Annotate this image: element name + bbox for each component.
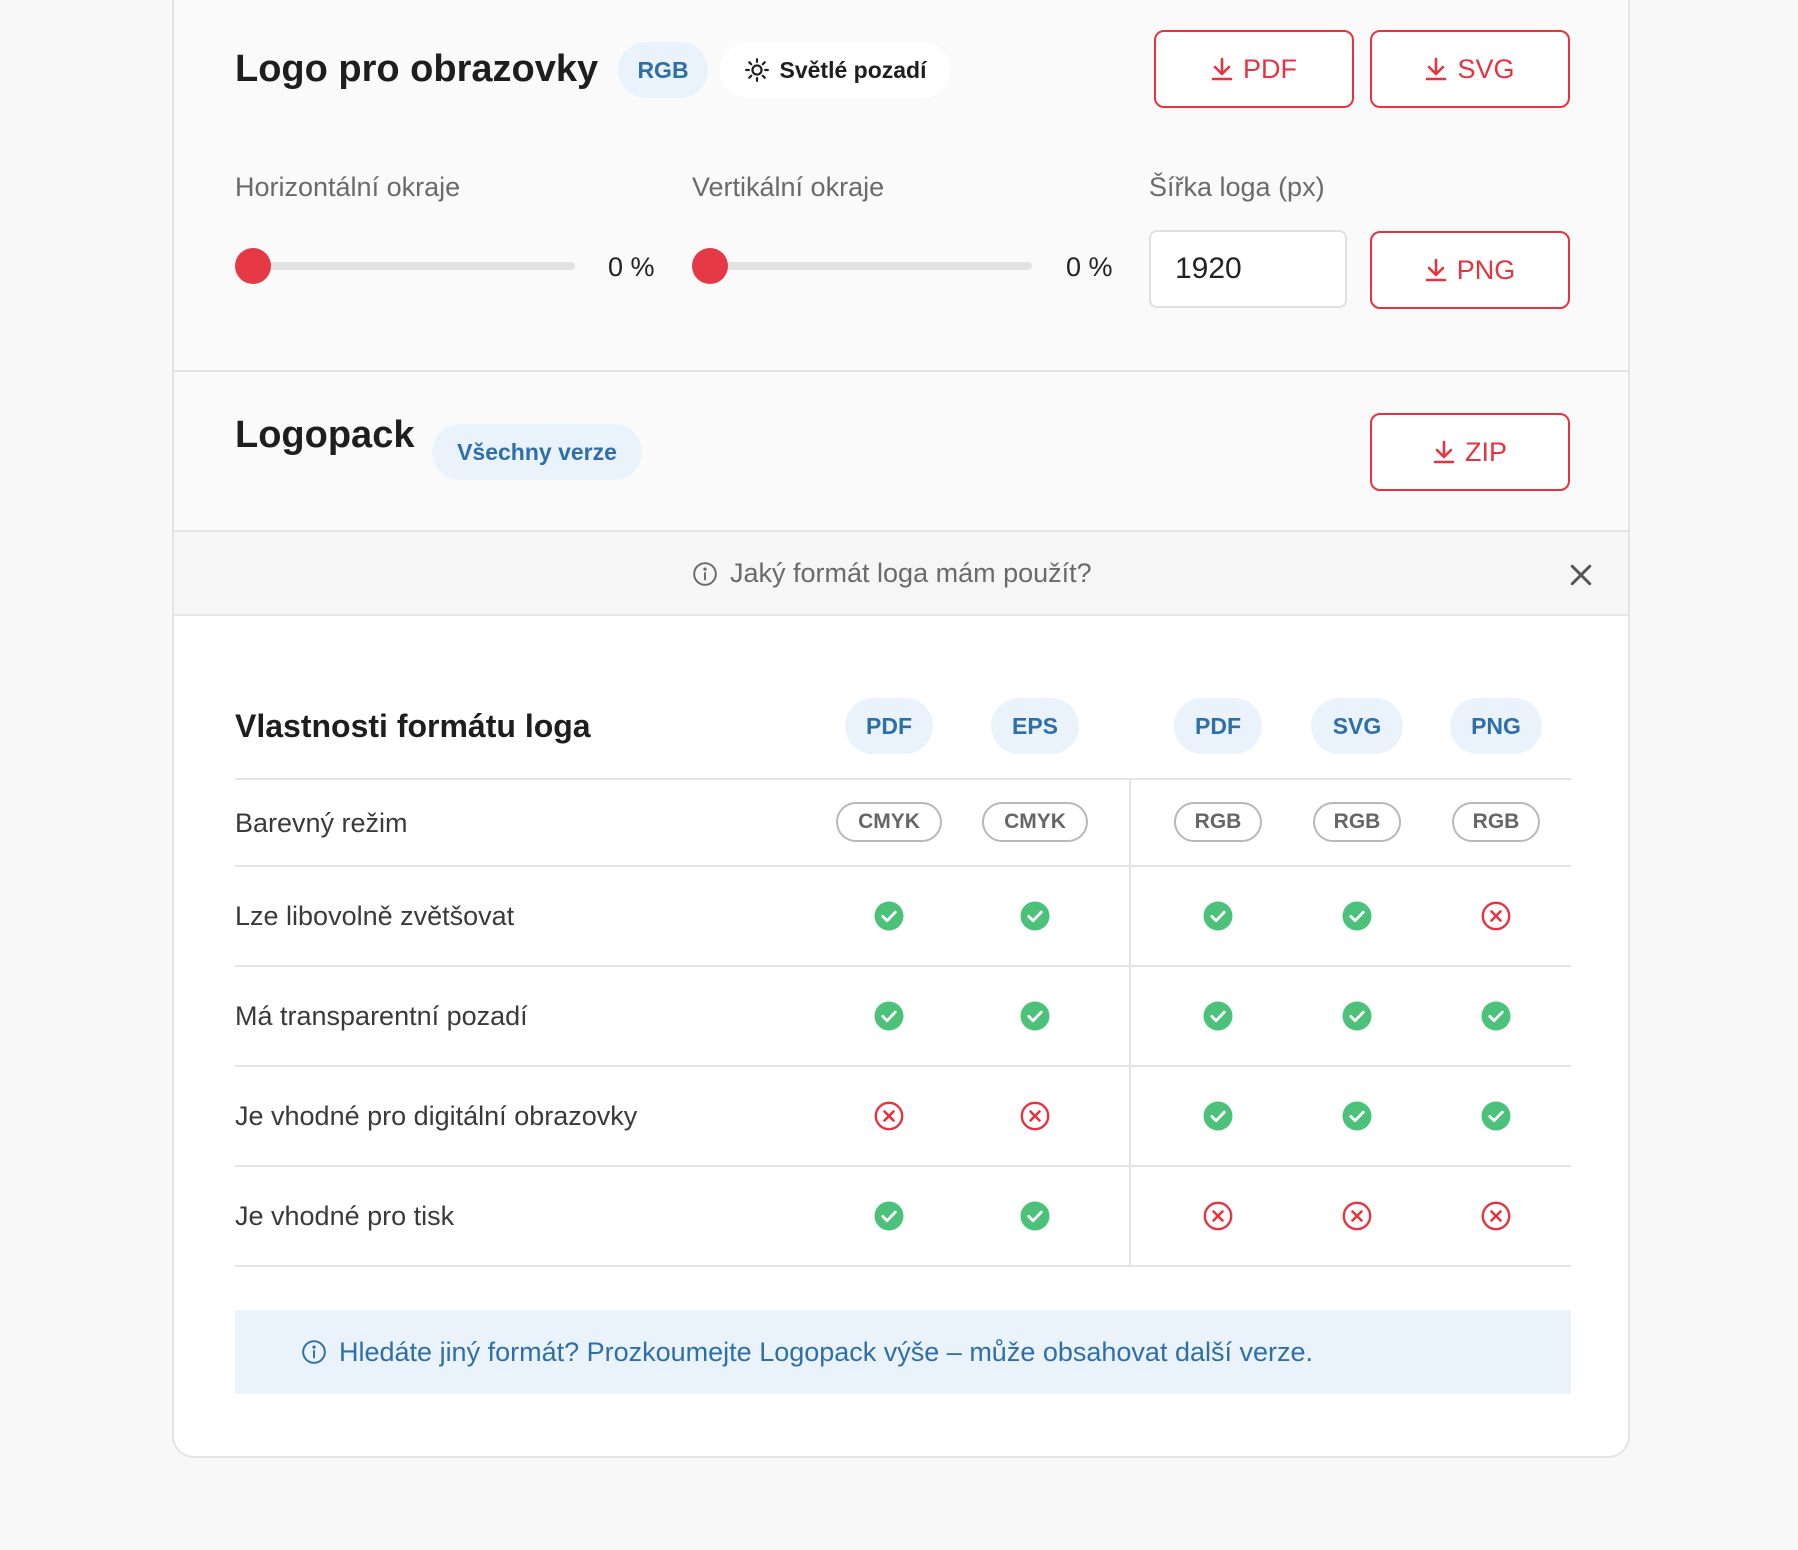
row-label-transparent: Má transparentní pozadí bbox=[235, 1001, 528, 1031]
check-icon bbox=[1020, 901, 1050, 931]
download-icon bbox=[1211, 57, 1233, 81]
row-label-print: Je vhodné pro tisk bbox=[235, 1201, 455, 1231]
section-title: Logo pro obrazovky bbox=[235, 48, 599, 90]
all-versions-badge: Všechny verze bbox=[432, 424, 642, 480]
check-icon bbox=[1020, 1001, 1050, 1031]
check-icon bbox=[1203, 1101, 1233, 1131]
table-divider bbox=[235, 865, 1571, 867]
section-title: Logopack bbox=[235, 414, 415, 456]
color-mode-tag: RGB bbox=[1452, 802, 1540, 842]
format-help-bar[interactable]: Jaký formát loga mám použít? bbox=[174, 532, 1628, 616]
vertical-margin-value: 0 % bbox=[1066, 252, 1113, 282]
horizontal-margin-slider[interactable] bbox=[235, 262, 575, 270]
download-icon bbox=[1425, 258, 1447, 282]
close-icon[interactable] bbox=[1566, 560, 1596, 590]
vertical-margin-slider[interactable] bbox=[692, 262, 1032, 270]
row-label-color-mode: Barevný režim bbox=[235, 808, 408, 838]
horizontal-margin-label: Horizontální okraje bbox=[235, 172, 461, 202]
cross-icon bbox=[874, 1101, 904, 1131]
cmyk-rgb-column-divider bbox=[1129, 780, 1131, 1265]
cross-icon bbox=[1203, 1201, 1233, 1231]
button-label: PNG bbox=[1456, 254, 1516, 285]
logo-width-label: Šířka loga (px) bbox=[1149, 172, 1325, 202]
check-icon bbox=[1342, 1001, 1372, 1031]
cross-icon bbox=[1020, 1101, 1050, 1131]
download-pdf-button[interactable]: PDF bbox=[1154, 30, 1354, 108]
horizontal-margin-slider-thumb[interactable] bbox=[235, 248, 271, 284]
check-icon bbox=[1203, 901, 1233, 931]
column-header-eps: EPS bbox=[991, 698, 1079, 754]
format-hint-note: Hledáte jiný formát? Prozkoumejte Logopa… bbox=[235, 1310, 1571, 1394]
rgb-badge: RGB bbox=[618, 42, 708, 98]
check-icon bbox=[1481, 1101, 1511, 1131]
column-header-png: PNG bbox=[1450, 698, 1542, 754]
row-label-scalable: Lze libovolně zvětšovat bbox=[235, 901, 515, 931]
vertical-margin-slider-thumb[interactable] bbox=[692, 248, 728, 284]
button-label: ZIP bbox=[1464, 436, 1507, 467]
download-icon bbox=[1433, 440, 1455, 464]
table-divider bbox=[235, 1065, 1571, 1067]
screen-logo-section: Logo pro obrazovky RGB Světlé pozadí PDF… bbox=[174, 2, 1628, 372]
check-icon bbox=[1342, 1101, 1372, 1131]
check-icon bbox=[1481, 1001, 1511, 1031]
sun-icon bbox=[744, 58, 769, 82]
column-header-pdf-cmyk: PDF bbox=[845, 698, 933, 754]
check-icon bbox=[874, 1001, 904, 1031]
check-icon bbox=[874, 901, 904, 931]
table-divider bbox=[235, 1165, 1571, 1167]
logopack-section: Logopack Všechny verze ZIP bbox=[174, 372, 1628, 532]
cross-icon bbox=[1481, 901, 1511, 931]
info-icon bbox=[302, 1340, 326, 1364]
column-header-svg: SVG bbox=[1311, 698, 1403, 754]
download-png-button[interactable]: PNG bbox=[1370, 231, 1570, 309]
table-divider bbox=[235, 1265, 1571, 1267]
download-zip-button[interactable]: ZIP bbox=[1370, 413, 1570, 491]
check-icon bbox=[1342, 901, 1372, 931]
format-help-question[interactable]: Jaký formát loga mám použít? bbox=[692, 558, 1092, 589]
vertical-margin-label: Vertikální okraje bbox=[692, 172, 885, 202]
check-icon bbox=[1203, 1001, 1233, 1031]
color-mode-tag: CMYK bbox=[836, 802, 942, 842]
color-mode-tag: CMYK bbox=[982, 802, 1088, 842]
horizontal-margin-value: 0 % bbox=[608, 252, 655, 282]
note-text: Hledáte jiný formát? Prozkoumejte Logopa… bbox=[339, 1336, 1314, 1367]
download-icon bbox=[1426, 57, 1447, 81]
button-label: SVG bbox=[1457, 53, 1515, 84]
color-mode-tag: RGB bbox=[1313, 802, 1401, 842]
table-title: Vlastnosti formátu loga bbox=[235, 708, 591, 744]
table-divider bbox=[235, 965, 1571, 967]
table-divider bbox=[235, 778, 1571, 780]
logo-download-card: Logo pro obrazovky RGB Světlé pozadí PDF… bbox=[172, 0, 1630, 1458]
info-icon bbox=[693, 561, 717, 586]
check-icon bbox=[1020, 1201, 1050, 1231]
format-properties-section: Vlastnosti formátu loga PDF EPS PDF SVG … bbox=[174, 616, 1628, 1456]
check-icon bbox=[874, 1201, 904, 1231]
color-mode-tag: RGB bbox=[1174, 802, 1262, 842]
cross-icon bbox=[1342, 1201, 1372, 1231]
light-background-toggle[interactable]: Světlé pozadí bbox=[720, 42, 950, 98]
column-header-pdf-rgb: PDF bbox=[1174, 698, 1262, 754]
logo-width-input[interactable] bbox=[1149, 230, 1347, 308]
button-label: PDF bbox=[1243, 53, 1297, 84]
cross-icon bbox=[1481, 1201, 1511, 1231]
row-label-digital: Je vhodné pro digitální obrazovky bbox=[235, 1101, 638, 1131]
download-svg-button[interactable]: SVG bbox=[1370, 30, 1570, 108]
question-text: Jaký formát loga mám použít? bbox=[730, 558, 1092, 588]
toggle-label: Světlé pozadí bbox=[779, 56, 927, 83]
